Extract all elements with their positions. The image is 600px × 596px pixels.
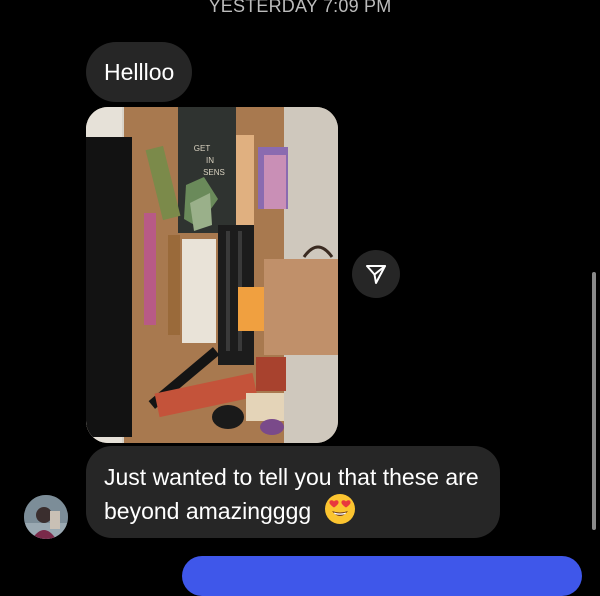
photo-text-sens: SENS: [203, 168, 225, 177]
sender-avatar-image: [24, 495, 68, 539]
photo-text-in: IN: [206, 156, 214, 165]
message-text: Just wanted to tell you that these are b…: [104, 464, 479, 524]
desk-photo-illustration: GET IN SENS: [86, 107, 338, 443]
avatar[interactable]: [24, 495, 68, 539]
send-paper-plane-icon: [366, 265, 386, 284]
message-text: Hellloo: [104, 59, 175, 85]
shared-photo[interactable]: GET IN SENS: [86, 107, 338, 443]
message-timestamp: YESTERDAY 7:09 PM: [208, 0, 392, 16]
message-bubble-hello[interactable]: Hellloo: [86, 42, 193, 102]
scrollbar[interactable]: [592, 272, 596, 530]
outgoing-message-bubble[interactable]: [182, 556, 582, 596]
message-bubble-amazing[interactable]: Just wanted to tell you that these are b…: [86, 446, 500, 538]
share-button[interactable]: [352, 250, 400, 298]
heart-eyes-emoji-icon: [324, 493, 356, 533]
photo-text-get: GET: [194, 144, 211, 153]
